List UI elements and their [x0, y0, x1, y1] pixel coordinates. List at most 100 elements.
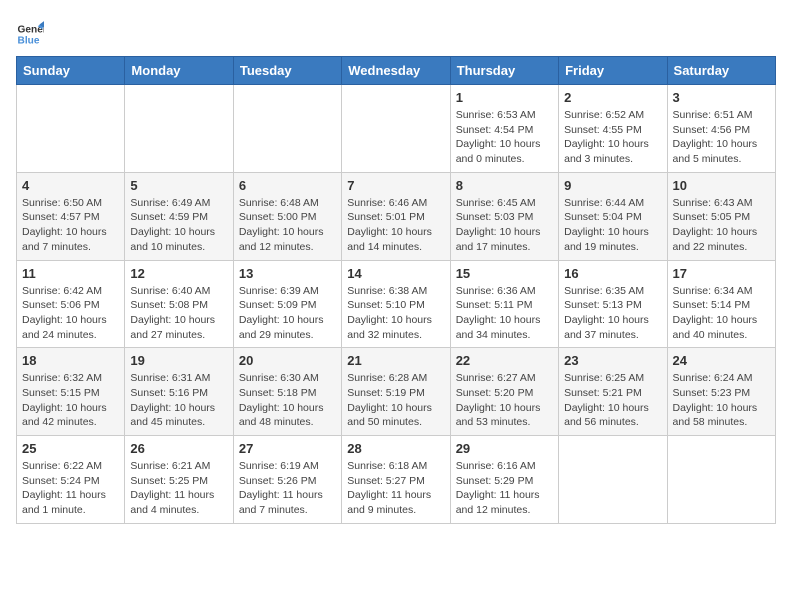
- day-info: Sunrise: 6:27 AM Sunset: 5:20 PM Dayligh…: [456, 371, 553, 430]
- calendar-cell: 2 Sunrise: 6:52 AM Sunset: 4:55 PM Daylig…: [559, 85, 667, 173]
- calendar-cell: 6 Sunrise: 6:48 AM Sunset: 5:00 PM Daylig…: [233, 172, 341, 260]
- day-info: Sunrise: 6:46 AM Sunset: 5:01 PM Dayligh…: [347, 196, 444, 255]
- day-number: 6: [239, 178, 336, 193]
- day-info: Sunrise: 6:50 AM Sunset: 4:57 PM Dayligh…: [22, 196, 119, 255]
- calendar-cell: 13 Sunrise: 6:39 AM Sunset: 5:09 PM Dayli…: [233, 260, 341, 348]
- calendar-cell: 12 Sunrise: 6:40 AM Sunset: 5:08 PM Dayli…: [125, 260, 233, 348]
- day-info: Sunrise: 6:35 AM Sunset: 5:13 PM Dayligh…: [564, 284, 661, 343]
- calendar-cell: 24 Sunrise: 6:24 AM Sunset: 5:23 PM Dayli…: [667, 348, 775, 436]
- calendar-cell: 27Sunrise: 6:19 AM Sunset: 5:26 PM Dayli…: [233, 436, 341, 524]
- calendar-cell: [125, 85, 233, 173]
- calendar-cell: [233, 85, 341, 173]
- day-number: 15: [456, 266, 553, 281]
- day-info: Sunrise: 6:43 AM Sunset: 5:05 PM Dayligh…: [673, 196, 770, 255]
- day-info: Sunrise: 6:49 AM Sunset: 4:59 PM Dayligh…: [130, 196, 227, 255]
- calendar-cell: 20 Sunrise: 6:30 AM Sunset: 5:18 PM Dayli…: [233, 348, 341, 436]
- day-number: 13: [239, 266, 336, 281]
- calendar-cell: 18Sunrise: 6:32 AM Sunset: 5:15 PM Dayli…: [17, 348, 125, 436]
- day-info: Sunrise: 6:21 AM Sunset: 5:25 PM Dayligh…: [130, 459, 227, 518]
- header-thursday: Thursday: [450, 57, 558, 85]
- calendar-cell: 7 Sunrise: 6:46 AM Sunset: 5:01 PM Daylig…: [342, 172, 450, 260]
- calendar-cell: 17 Sunrise: 6:34 AM Sunset: 5:14 PM Dayli…: [667, 260, 775, 348]
- day-info: Sunrise: 6:45 AM Sunset: 5:03 PM Dayligh…: [456, 196, 553, 255]
- calendar-cell: 10 Sunrise: 6:43 AM Sunset: 5:05 PM Dayli…: [667, 172, 775, 260]
- calendar-week-2: 11 Sunrise: 6:42 AM Sunset: 5:06 PM Dayli…: [17, 260, 776, 348]
- calendar-cell: 19 Sunrise: 6:31 AM Sunset: 5:16 PM Dayli…: [125, 348, 233, 436]
- day-number: 22: [456, 353, 553, 368]
- day-info: Sunrise: 6:19 AM Sunset: 5:26 PM Dayligh…: [239, 459, 336, 518]
- day-number: 5: [130, 178, 227, 193]
- header-wednesday: Wednesday: [342, 57, 450, 85]
- day-number: 20: [239, 353, 336, 368]
- day-info: Sunrise: 6:42 AM Sunset: 5:06 PM Dayligh…: [22, 284, 119, 343]
- day-number: 4: [22, 178, 119, 193]
- day-info: Sunrise: 6:36 AM Sunset: 5:11 PM Dayligh…: [456, 284, 553, 343]
- day-number: 10: [673, 178, 770, 193]
- day-number: 2: [564, 90, 661, 105]
- calendar-cell: 16 Sunrise: 6:35 AM Sunset: 5:13 PM Dayli…: [559, 260, 667, 348]
- day-info: Sunrise: 6:39 AM Sunset: 5:09 PM Dayligh…: [239, 284, 336, 343]
- day-number: 26: [130, 441, 227, 456]
- day-info: Sunrise: 6:32 AM Sunset: 5:15 PM Dayligh…: [22, 371, 119, 430]
- day-number: 28: [347, 441, 444, 456]
- calendar-cell: 23 Sunrise: 6:25 AM Sunset: 5:21 PM Dayli…: [559, 348, 667, 436]
- day-number: 29: [456, 441, 553, 456]
- day-info: Sunrise: 6:30 AM Sunset: 5:18 PM Dayligh…: [239, 371, 336, 430]
- calendar-cell: 29 Sunrise: 6:16 AM Sunset: 5:29 PM Dayli…: [450, 436, 558, 524]
- calendar-cell: [559, 436, 667, 524]
- calendar-cell: 14Sunrise: 6:38 AM Sunset: 5:10 PM Dayli…: [342, 260, 450, 348]
- calendar-cell: 4 Sunrise: 6:50 AM Sunset: 4:57 PM Daylig…: [17, 172, 125, 260]
- calendar-cell: 9 Sunrise: 6:44 AM Sunset: 5:04 PM Daylig…: [559, 172, 667, 260]
- day-info: Sunrise: 6:40 AM Sunset: 5:08 PM Dayligh…: [130, 284, 227, 343]
- day-info: Sunrise: 6:52 AM Sunset: 4:55 PM Dayligh…: [564, 108, 661, 167]
- header-tuesday: Tuesday: [233, 57, 341, 85]
- header-saturday: Saturday: [667, 57, 775, 85]
- calendar-cell: 8Sunrise: 6:45 AM Sunset: 5:03 PM Daylig…: [450, 172, 558, 260]
- day-info: Sunrise: 6:28 AM Sunset: 5:19 PM Dayligh…: [347, 371, 444, 430]
- day-number: 16: [564, 266, 661, 281]
- day-info: Sunrise: 6:16 AM Sunset: 5:29 PM Dayligh…: [456, 459, 553, 518]
- day-info: Sunrise: 6:31 AM Sunset: 5:16 PM Dayligh…: [130, 371, 227, 430]
- calendar-cell: [667, 436, 775, 524]
- day-info: Sunrise: 6:22 AM Sunset: 5:24 PM Dayligh…: [22, 459, 119, 518]
- day-info: Sunrise: 6:34 AM Sunset: 5:14 PM Dayligh…: [673, 284, 770, 343]
- day-number: 11: [22, 266, 119, 281]
- calendar-week-1: 4 Sunrise: 6:50 AM Sunset: 4:57 PM Daylig…: [17, 172, 776, 260]
- day-info: Sunrise: 6:25 AM Sunset: 5:21 PM Dayligh…: [564, 371, 661, 430]
- calendar-cell: 5 Sunrise: 6:49 AM Sunset: 4:59 PM Daylig…: [125, 172, 233, 260]
- day-number: 7: [347, 178, 444, 193]
- calendar-header-row: SundayMondayTuesdayWednesdayThursdayFrid…: [17, 57, 776, 85]
- calendar-cell: 1Sunrise: 6:53 AM Sunset: 4:54 PM Daylig…: [450, 85, 558, 173]
- day-info: Sunrise: 6:51 AM Sunset: 4:56 PM Dayligh…: [673, 108, 770, 167]
- day-info: Sunrise: 6:44 AM Sunset: 5:04 PM Dayligh…: [564, 196, 661, 255]
- calendar-week-0: 1Sunrise: 6:53 AM Sunset: 4:54 PM Daylig…: [17, 85, 776, 173]
- svg-text:Blue: Blue: [18, 35, 40, 46]
- day-number: 12: [130, 266, 227, 281]
- logo-icon: General Blue: [16, 20, 44, 48]
- header-monday: Monday: [125, 57, 233, 85]
- day-number: 25: [22, 441, 119, 456]
- calendar-cell: 11 Sunrise: 6:42 AM Sunset: 5:06 PM Dayli…: [17, 260, 125, 348]
- day-number: 14: [347, 266, 444, 281]
- day-info: Sunrise: 6:24 AM Sunset: 5:23 PM Dayligh…: [673, 371, 770, 430]
- header-sunday: Sunday: [17, 57, 125, 85]
- calendar-cell: [17, 85, 125, 173]
- day-info: Sunrise: 6:48 AM Sunset: 5:00 PM Dayligh…: [239, 196, 336, 255]
- day-number: 19: [130, 353, 227, 368]
- header-friday: Friday: [559, 57, 667, 85]
- calendar: SundayMondayTuesdayWednesdayThursdayFrid…: [16, 56, 776, 524]
- day-number: 1: [456, 90, 553, 105]
- calendar-cell: 25 Sunrise: 6:22 AM Sunset: 5:24 PM Dayli…: [17, 436, 125, 524]
- logo: General Blue: [16, 20, 44, 48]
- day-number: 3: [673, 90, 770, 105]
- calendar-cell: 26 Sunrise: 6:21 AM Sunset: 5:25 PM Dayli…: [125, 436, 233, 524]
- day-number: 9: [564, 178, 661, 193]
- day-number: 24: [673, 353, 770, 368]
- day-number: 23: [564, 353, 661, 368]
- calendar-cell: 3 Sunrise: 6:51 AM Sunset: 4:56 PM Daylig…: [667, 85, 775, 173]
- calendar-cell: 21 Sunrise: 6:28 AM Sunset: 5:19 PM Dayli…: [342, 348, 450, 436]
- day-number: 17: [673, 266, 770, 281]
- calendar-week-3: 18Sunrise: 6:32 AM Sunset: 5:15 PM Dayli…: [17, 348, 776, 436]
- day-number: 21: [347, 353, 444, 368]
- day-info: Sunrise: 6:18 AM Sunset: 5:27 PM Dayligh…: [347, 459, 444, 518]
